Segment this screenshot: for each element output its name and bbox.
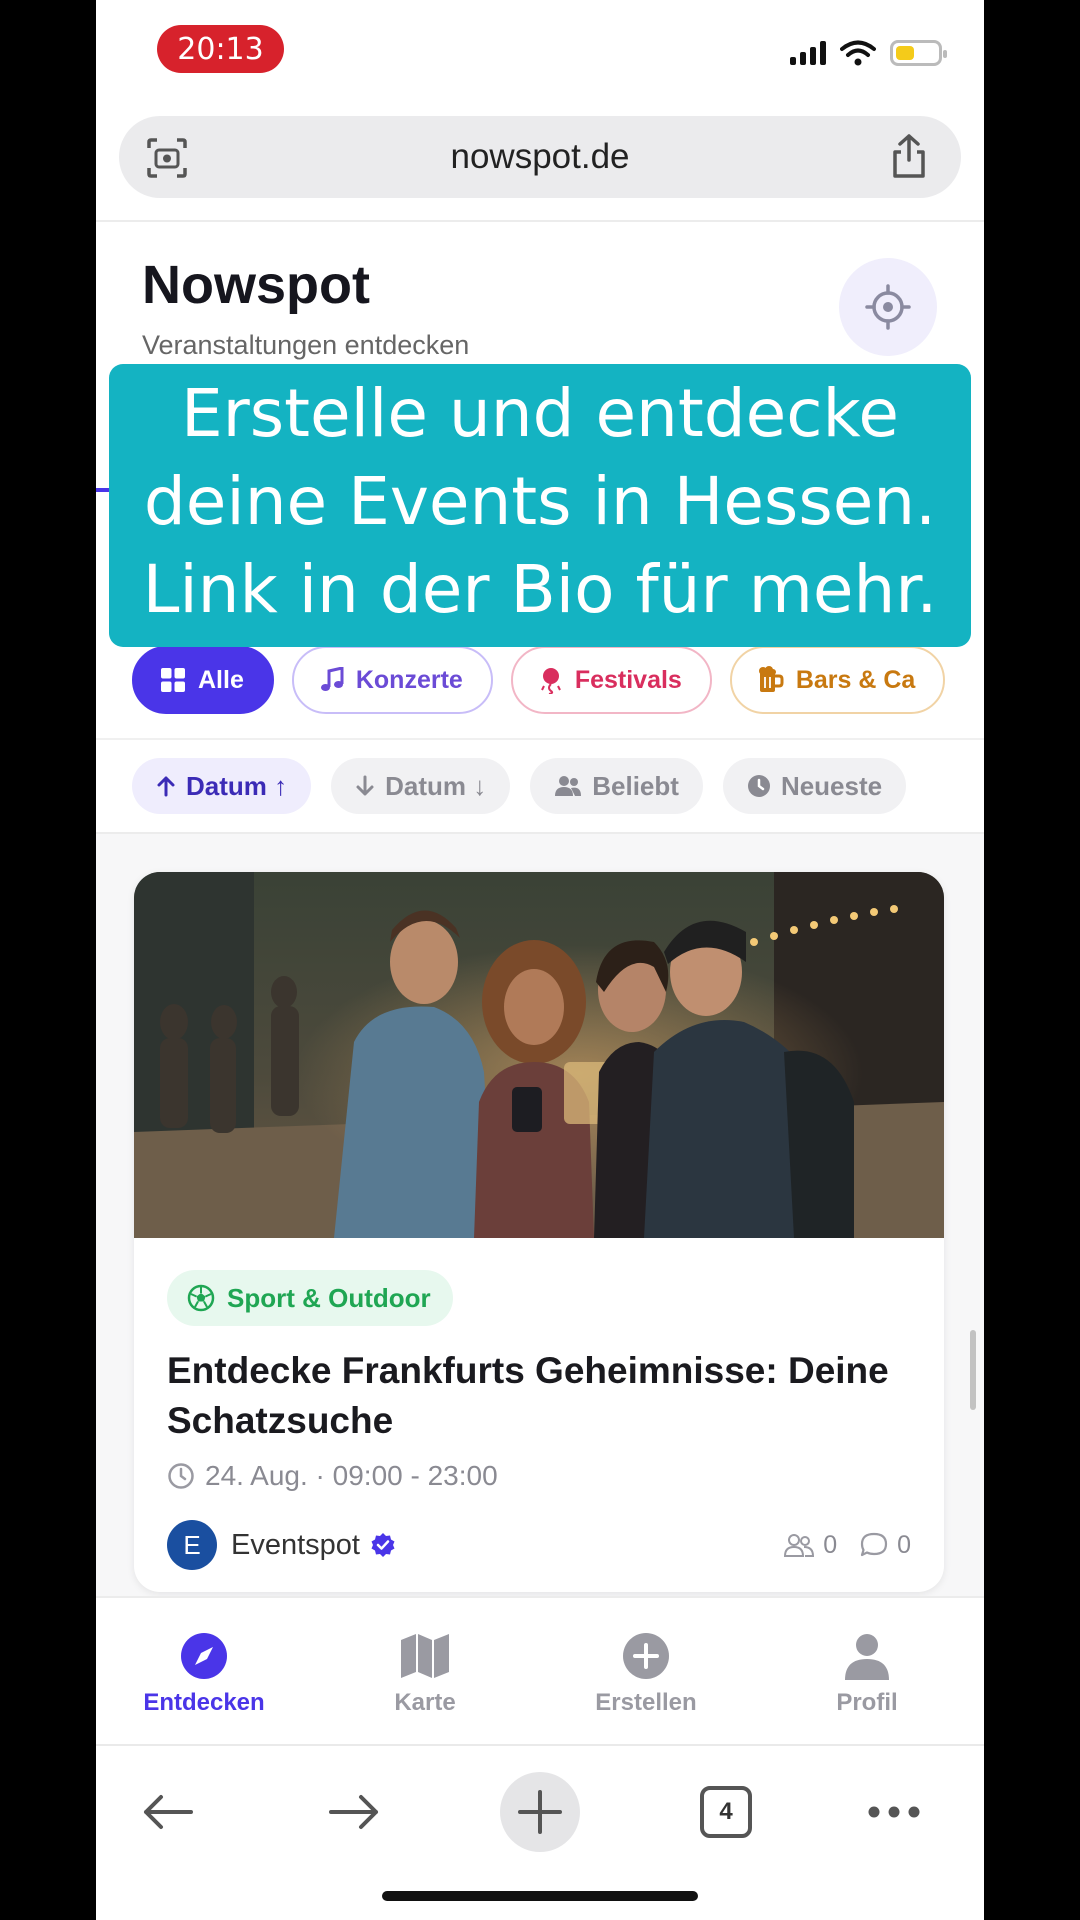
sort-label: Beliebt	[592, 770, 679, 801]
screenshot-lens-icon[interactable]	[145, 136, 189, 180]
home-indicator[interactable]	[382, 1891, 698, 1901]
plus-circle-icon	[623, 1633, 669, 1679]
cellular-signal-icon	[790, 41, 826, 65]
category-chip-konzerte[interactable]: Konzerte	[291, 646, 493, 714]
caption-line: Link in der Bio für mehr.	[142, 551, 938, 628]
sort-row: Datum ↑ Datum ↓ Beliebt Neueste	[132, 758, 907, 814]
app-title: Nowspot	[142, 255, 370, 315]
grid-icon	[161, 668, 185, 692]
people-icon	[555, 776, 582, 796]
arrow-right-icon	[329, 1795, 378, 1829]
bottom-tab-bar: Entdecken Karte Erstellen Profil	[96, 1596, 984, 1744]
organizer-name[interactable]: Eventspot	[231, 1529, 360, 1562]
sort-newest[interactable]: Neueste	[722, 758, 907, 814]
event-stats: 0 0	[783, 1531, 911, 1560]
event-time-text: 24. Aug. · 09:00 - 23:00	[205, 1460, 498, 1491]
phone-screen: 20:13 nowspot.de Nowspot Veranstaltungen…	[96, 0, 984, 1920]
tab-label: Erstellen	[595, 1689, 697, 1710]
new-tab-button[interactable]	[500, 1772, 580, 1852]
more-menu-button[interactable]	[854, 1772, 934, 1852]
divider	[96, 738, 984, 740]
sort-popular[interactable]: Beliebt	[530, 758, 703, 814]
sort-date-asc[interactable]: Datum ↑	[132, 758, 312, 814]
category-tag-label: Sport & Outdoor	[227, 1282, 431, 1313]
tab-count: 4	[700, 1786, 752, 1838]
clock-icon	[168, 1463, 194, 1489]
sort-date-desc[interactable]: Datum ↓	[331, 758, 511, 814]
category-tag[interactable]: Sport & Outdoor	[167, 1270, 453, 1326]
sort-label: Neueste	[780, 770, 883, 801]
tab-entdecken[interactable]: Entdecken	[129, 1632, 279, 1710]
caption-line: Erstelle und entdecke	[180, 375, 900, 452]
video-caption-overlay: Erstelle und entdecke deine Events in He…	[109, 364, 971, 647]
more-dots-icon	[868, 1806, 920, 1818]
divider	[96, 220, 984, 222]
tab-label: Karte	[394, 1689, 456, 1710]
tab-karte[interactable]: Karte	[350, 1632, 500, 1710]
status-time: 20:13	[157, 25, 284, 73]
event-title[interactable]: Entdecke Frankfurts Geheimnisse: Deine S…	[167, 1346, 907, 1446]
locate-button[interactable]	[839, 258, 937, 356]
map-icon	[401, 1634, 449, 1678]
clock-icon	[747, 775, 770, 797]
category-chip-festivals[interactable]: Festivals	[510, 646, 712, 714]
plus-icon	[518, 1790, 562, 1834]
soccer-ball-icon	[187, 1284, 215, 1312]
beer-mug-icon	[758, 666, 784, 692]
participants-count: 0	[823, 1530, 838, 1559]
event-card[interactable]: Sport & Outdoor Entdecke Frankfurts Gehe…	[134, 872, 944, 1592]
tab-erstellen[interactable]: Erstellen	[571, 1632, 721, 1710]
category-filter-row: Alle Konzerte Festivals Bars & Ca	[132, 646, 946, 714]
wifi-icon	[840, 40, 876, 66]
arrow-down-icon	[356, 775, 374, 796]
arrow-left-icon	[144, 1795, 193, 1829]
share-icon[interactable]	[887, 132, 931, 180]
category-label: Alle	[198, 665, 244, 694]
sort-label: Datum ↑	[186, 770, 288, 801]
tab-label: Entdecken	[143, 1689, 265, 1710]
arrow-up-icon	[157, 776, 175, 797]
category-chip-bars[interactable]: Bars & Ca	[729, 646, 946, 714]
event-image[interactable]	[134, 872, 944, 1238]
forward-button[interactable]	[314, 1772, 394, 1852]
comment-icon	[860, 1532, 888, 1557]
category-label: Konzerte	[355, 665, 463, 694]
sort-label: Datum ↓	[385, 770, 487, 801]
browser-url-bar[interactable]: nowspot.de	[119, 116, 961, 198]
caption-line: deine Events in Hessen.	[143, 463, 937, 540]
category-label: Festivals	[574, 665, 682, 694]
balloon-icon	[540, 668, 561, 694]
comments-count: 0	[897, 1530, 911, 1559]
participants-icon	[784, 1534, 815, 1557]
tabs-button[interactable]: 4	[686, 1772, 766, 1852]
category-label: Bars & Ca	[795, 665, 916, 694]
app-subtitle: Veranstaltungen entdecken	[142, 330, 470, 360]
organizer-avatar[interactable]: E	[167, 1520, 217, 1570]
music-note-icon	[320, 667, 344, 691]
status-bar: 20:13	[96, 0, 984, 100]
tab-profil[interactable]: Profil	[792, 1632, 942, 1710]
tab-label: Profil	[836, 1689, 898, 1710]
category-chip-alle[interactable]: Alle	[132, 646, 274, 714]
verified-badge-icon	[371, 1533, 395, 1557]
compass-icon	[181, 1633, 227, 1679]
person-icon	[845, 1634, 889, 1680]
url-text: nowspot.de	[450, 137, 630, 176]
event-datetime: 24. Aug. · 09:00 - 23:00	[167, 1460, 498, 1492]
event-footer: E Eventspot 0 0	[167, 1520, 911, 1570]
battery-icon	[890, 40, 947, 66]
status-icons	[790, 40, 947, 66]
scrollbar[interactable]	[970, 1330, 976, 1410]
back-button[interactable]	[128, 1772, 208, 1852]
crosshair-icon	[865, 284, 911, 330]
